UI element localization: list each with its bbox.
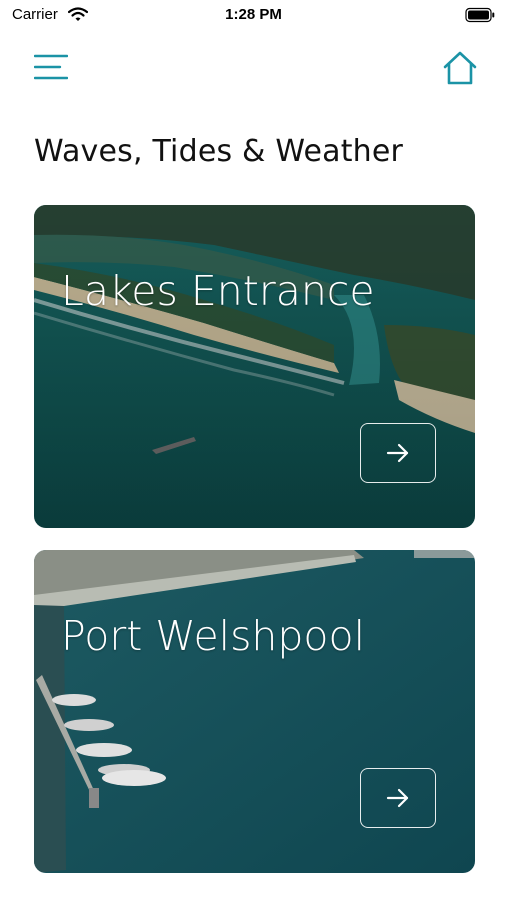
arrow-right-icon [386, 788, 409, 808]
clock-time: 1:28 PM [225, 6, 282, 23]
home-icon [443, 51, 477, 85]
menu-button[interactable] [33, 52, 69, 84]
location-card-port-welshpool[interactable]: Port Welshpool [34, 550, 475, 873]
location-card-lakes-entrance[interactable]: Lakes Entrance [34, 205, 475, 528]
home-button[interactable] [442, 50, 478, 86]
open-location-button[interactable] [360, 423, 436, 483]
location-title: Lakes Entrance [61, 267, 375, 315]
open-location-button[interactable] [360, 768, 436, 828]
arrow-right-icon [386, 443, 409, 463]
page-title: Waves, Tides & Weather [34, 134, 404, 169]
battery-icon [465, 7, 495, 27]
status-bar: Carrier 1:28 PM [0, 0, 507, 32]
hamburger-menu-icon [33, 54, 69, 80]
location-title: Port Welshpool [61, 612, 365, 660]
